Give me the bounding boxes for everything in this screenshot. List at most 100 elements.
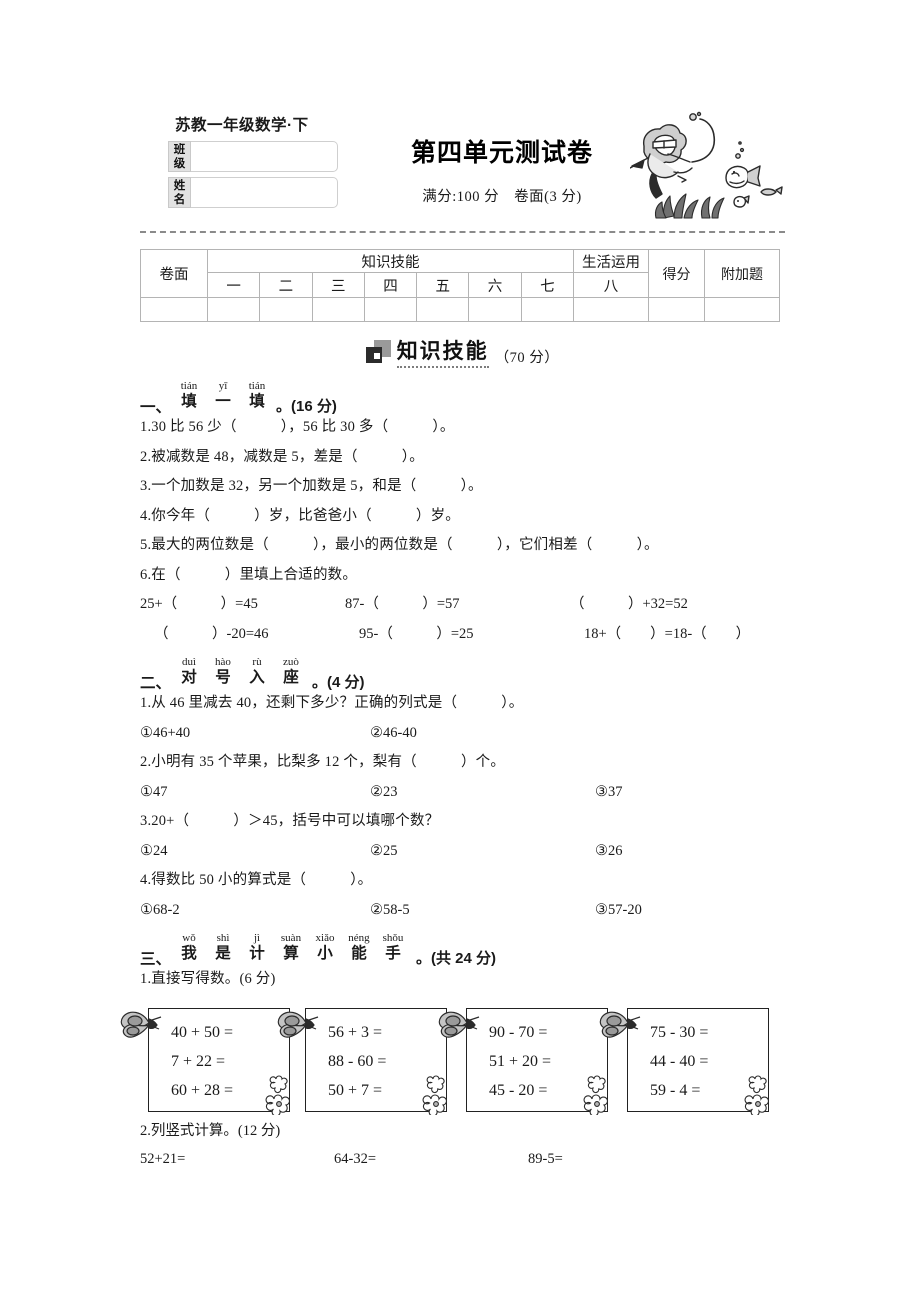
equation-1-3: （ ）+32=52 <box>570 596 688 612</box>
score-table: 卷面 知识技能 生活运用 得分 附加题 一 二 三 四 五 六 七 八 <box>140 249 780 322</box>
score-entry-1[interactable] <box>206 297 261 322</box>
ruby-pinyin: shì <box>216 932 230 944</box>
class-row: 班 级 <box>168 141 338 172</box>
ruby-3-3: jì 计 <box>240 932 274 963</box>
name-label: 姓 名 <box>168 177 191 208</box>
ruby-hanzi: 填 <box>181 393 197 410</box>
option-2-3-b[interactable]: ②25 <box>370 842 595 861</box>
ruby-pinyin: duì <box>181 656 197 668</box>
option-2-2-a[interactable]: ①47 <box>140 783 370 802</box>
question-1-4: 4.你今年（ ）岁，比爸爸小（ ）岁。 <box>140 507 460 524</box>
vertical-problems-row: 52+21= 64-32= 89-5= <box>140 1150 785 1169</box>
flower-icon <box>583 1075 608 1115</box>
option-2-1-a[interactable]: ①46+40 <box>140 724 370 743</box>
ruby-pinyin: néng <box>348 932 370 944</box>
option-2-1-b[interactable]: ②46-40 <box>370 724 595 743</box>
option-2-3-a[interactable]: ①24 <box>140 842 370 861</box>
question-1-5: 5.最大的两位数是（ ），最小的两位数是（ ），它们相差（ ）。 <box>140 537 659 553</box>
ruby-1-1: tián 填 <box>172 380 206 411</box>
section-2-number: 二、 <box>140 675 172 692</box>
class-label-line2: 级 <box>173 158 186 170</box>
calc-box-2-lines: 56 + 3 = 88 - 60 = 50 + 7 = <box>328 1018 386 1105</box>
option-2-4-b[interactable]: ②58-5 <box>370 901 595 920</box>
score-entry-defen[interactable] <box>648 297 705 322</box>
subquestion-3-2-label: 2.列竖式计算。(12 分) <box>140 1122 281 1139</box>
score-col-5: 五 <box>416 272 470 298</box>
section-banner: 知识技能 （70 分） <box>140 332 785 368</box>
ruby-pinyin: shǒu <box>382 932 404 944</box>
ruby-3-4: suàn 算 <box>274 932 308 963</box>
options-row-2-1: ①46+40 ②46-40 <box>140 724 785 743</box>
name-label-line2: 名 <box>173 194 186 206</box>
option-2-4-c[interactable]: ③57-20 <box>595 901 642 920</box>
question-2-3: 3.20+（ ）＞45，括号中可以填哪个数？ <box>140 813 440 829</box>
option-2-2-c[interactable]: ③37 <box>595 783 623 802</box>
score-entry-5[interactable] <box>416 297 470 322</box>
calc-box-4[interactable]: 75 - 30 = 44 - 40 = 59 - 4 = <box>599 1007 769 1115</box>
ruby-1-2: yī 一 <box>206 380 240 411</box>
score-entry-fujiati[interactable] <box>704 297 780 322</box>
equation-row-1: 25+（ ）=45 87-（ ）=57 （ ）+32=52 <box>140 595 785 614</box>
ruby-2-2: hào 号 <box>206 656 240 687</box>
option-2-3-c[interactable]: ③26 <box>595 842 623 861</box>
class-input[interactable] <box>191 141 338 172</box>
option-2-4-a[interactable]: ①68-2 <box>140 901 370 920</box>
section-3-number: 三、 <box>140 951 172 968</box>
score-col-2: 二 <box>259 272 313 298</box>
score-col-3: 三 <box>311 272 365 298</box>
ruby-pinyin: tián <box>180 380 198 392</box>
name-input[interactable] <box>191 177 338 208</box>
ruby-hanzi: 入 <box>249 669 265 686</box>
ruby-hanzi: 一 <box>215 393 231 410</box>
ruby-hanzi: 小 <box>317 945 333 962</box>
ruby-pinyin: tián <box>248 380 266 392</box>
calc-box-3-lines: 90 - 70 = 51 + 20 = 45 - 20 = <box>489 1018 551 1105</box>
score-entry-juanmian[interactable] <box>140 297 208 322</box>
score-entry-8[interactable] <box>573 297 649 322</box>
option-2-2-b[interactable]: ②23 <box>370 783 595 802</box>
score-entry-7[interactable] <box>520 297 575 322</box>
calc-line: 56 + 3 = <box>328 1023 383 1041</box>
name-row: 姓 名 <box>168 177 338 208</box>
score-entry-4[interactable] <box>363 297 418 322</box>
name-label-line1: 姓 <box>173 180 186 192</box>
butterfly-icon <box>120 1011 162 1038</box>
ruby-2-3: rù 入 <box>240 656 274 687</box>
calc-box-1[interactable]: 40 + 50 = 7 + 22 = 60 + 28 = <box>120 1007 290 1115</box>
score-col-4: 四 <box>363 272 418 298</box>
options-row-2-3: ①24 ②25 ③26 <box>140 842 785 861</box>
calc-box-4-lines: 75 - 30 = 44 - 40 = 59 - 4 = <box>650 1018 708 1105</box>
flower-icon <box>744 1075 769 1115</box>
calc-line: 50 + 7 = <box>328 1081 383 1099</box>
calc-line: 44 - 40 = <box>650 1052 709 1070</box>
calc-line: 45 - 20 = <box>489 1081 548 1099</box>
ruby-pinyin: jì <box>253 932 261 944</box>
score-table-row-1: 卷面 知识技能 生活运用 得分 附加题 <box>140 249 780 298</box>
section-1-points: 。(16 分) <box>276 398 337 415</box>
equation-2-3: 18+（ ）=18-（ ） <box>584 625 751 642</box>
flower-icon <box>422 1075 447 1115</box>
calc-line: 60 + 28 = <box>171 1081 234 1099</box>
section-heading-3: 三、 wǒ 我 shì 是 jì 计 suàn 算 xiǎo 小 néng 能 … <box>140 930 785 970</box>
banner-title: 知识技能 <box>396 335 489 368</box>
calc-line: 75 - 30 = <box>650 1023 709 1041</box>
calc-box-3[interactable]: 90 - 70 = 51 + 20 = 45 - 20 = <box>438 1007 608 1115</box>
ruby-pinyin: wǒ <box>182 932 196 944</box>
score-entry-6[interactable] <box>468 297 522 322</box>
calc-box-2[interactable]: 56 + 3 = 88 - 60 = 50 + 7 = <box>277 1007 447 1115</box>
vertical-problem-3: 89-5= <box>528 1150 563 1167</box>
ruby-hanzi: 手 <box>385 945 401 962</box>
student-id-fields: 班 级 姓 名 <box>168 141 338 213</box>
series-title: 苏教一年级数学·下 <box>175 117 309 134</box>
subquestion-3-1-label: 1.直接写得数。(6 分) <box>140 971 276 987</box>
score-entry-2[interactable] <box>259 297 313 322</box>
section-1-number: 一、 <box>140 399 172 416</box>
section-heading-2: 二、 duì 对 hào 号 rù 入 zuò 座 。(4 分) <box>140 654 785 694</box>
equation-1-2: 87-（ ）=57 <box>345 596 460 612</box>
score-entry-3[interactable] <box>311 297 365 322</box>
worksheet-content: 一、 tián 填 yī 一 tián 填 。(16 分) 1.30 比 56 … <box>120 378 785 1169</box>
ruby-3-6: néng 能 <box>342 932 376 963</box>
ruby-1-3: tián 填 <box>240 380 274 411</box>
ruby-hanzi: 我 <box>181 945 197 962</box>
ruby-hanzi: 座 <box>283 669 299 686</box>
